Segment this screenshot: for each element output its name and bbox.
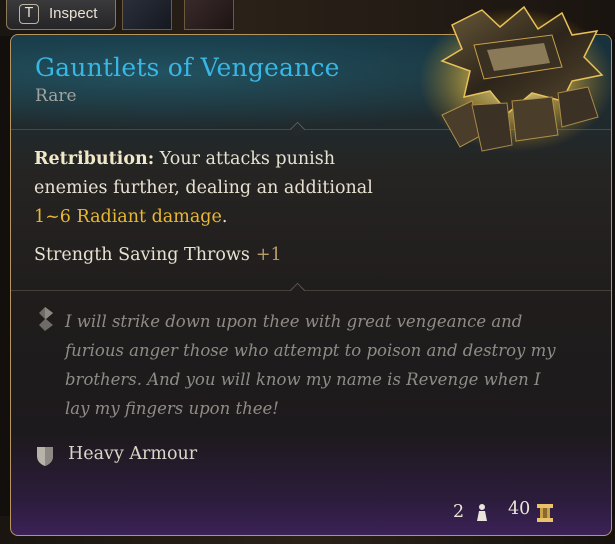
stat-bonus: +1	[255, 245, 282, 265]
hotbar-slot[interactable]	[122, 0, 172, 30]
weight-icon	[474, 502, 490, 526]
shield-icon	[36, 445, 54, 471]
stat-label: Strength Saving Throws	[34, 245, 250, 265]
weight-value: 2	[453, 502, 465, 522]
hotbar-slot[interactable]	[184, 0, 234, 30]
ability-name: Retribution:	[34, 149, 155, 169]
item-rarity: Rare	[35, 86, 77, 106]
divider-notch	[289, 282, 306, 299]
quote-icon	[36, 306, 56, 336]
inspect-button[interactable]: T Inspect	[6, 0, 116, 30]
inspect-label: Inspect	[49, 5, 98, 22]
stat-line: Strength Saving Throws +1	[34, 245, 282, 265]
ability-description: Retribution: Your attacks punish enemies…	[34, 145, 414, 232]
flavor-text: I will strike down upon thee with great …	[65, 312, 556, 418]
flavor-divider	[11, 290, 611, 291]
ability-damage: 1~6 Radiant damage	[34, 207, 222, 227]
armour-type: Heavy Armour	[68, 444, 198, 464]
item-name: Gauntlets of Vengeance	[35, 53, 340, 82]
ability-text-end: .	[221, 207, 228, 227]
gold-value: 40	[508, 499, 531, 519]
gold-icon	[537, 504, 553, 526]
gauntlets-item-icon	[412, 5, 615, 159]
inspect-key-badge: T	[19, 4, 39, 24]
